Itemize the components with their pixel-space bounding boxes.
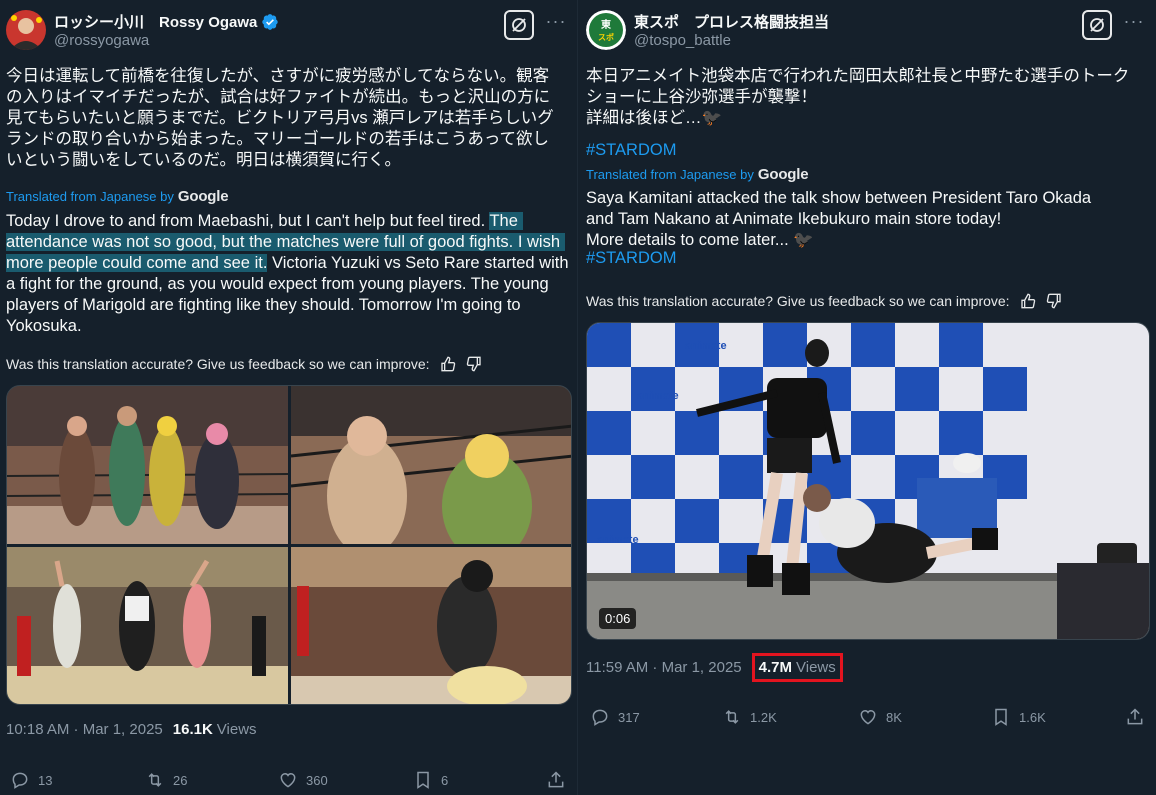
photo-4[interactable] <box>291 547 572 705</box>
heart-icon <box>860 709 876 725</box>
views-count: 4.7M <box>758 659 792 676</box>
video-frame: animate animate animate <box>587 323 1149 639</box>
translation-part1: Today I drove to and from Maebashi, but … <box>6 212 490 230</box>
reply-button[interactable]: 13 <box>10 770 52 790</box>
repost-icon <box>148 773 162 787</box>
reply-button[interactable]: 317 <box>590 707 640 727</box>
translated-label: Translated from Japanese by <box>6 189 174 204</box>
translation-feedback: Was this translation accurate? Give us f… <box>6 356 482 372</box>
like-button[interactable]: 8K <box>858 707 902 727</box>
timestamp-row: 11:59 AM · Mar 1, 2025 4.7M Views <box>586 653 843 682</box>
translation-text: Saya Kamitani attacked the talk show bet… <box>586 189 1092 249</box>
reply-icon <box>12 772 28 789</box>
display-name[interactable]: ロッシー小川 Rossy Ogawa <box>54 11 257 32</box>
tweet-rossyogawa: ロッシー小川 Rossy Ogawa @rossyogawa ··· 今日は運転… <box>0 0 578 795</box>
like-count: 8K <box>886 709 902 725</box>
reply-icon <box>592 709 608 726</box>
photo-grid <box>6 385 572 705</box>
feedback-text: Was this translation accurate? Give us f… <box>586 293 1010 309</box>
tweet-tospo-battle: 東 スポ 東スポ プロレス格闘技担当 @tospo_battle ··· 本日ア… <box>578 0 1156 795</box>
tweet-time[interactable]: 11:59 AM · Mar 1, 2025 <box>586 659 742 676</box>
reply-count: 13 <box>38 772 53 788</box>
bookmark-button[interactable]: 1.6K <box>991 707 1046 727</box>
video-player[interactable]: animate animate animate 0:06 <box>586 322 1150 640</box>
bookmark-icon <box>995 708 1007 726</box>
translation-hashtag-link[interactable]: #STARDOM <box>586 248 676 269</box>
repost-button[interactable]: 1.2K <box>722 707 777 727</box>
screenshot-root: ロッシー小川 Rossy Ogawa @rossyogawa ··· 今日は運転… <box>0 0 1156 795</box>
like-count: 360 <box>306 772 328 788</box>
photo-grid-svg <box>7 386 572 705</box>
display-name-row: 東スポ プロレス格闘技担当 <box>634 11 829 32</box>
svg-text:東: 東 <box>601 18 611 31</box>
grok-icon[interactable] <box>1082 10 1112 40</box>
thumbs-up-icon[interactable] <box>1020 293 1036 309</box>
views-highlight-box: 4.7M Views <box>751 653 843 682</box>
original-text: 本日アニメイト池袋本店で行われた岡田太郎社長と中野たむ選手のトーク ショーに上谷… <box>586 67 1130 127</box>
like-button[interactable]: 360 <box>278 770 328 790</box>
verified-badge-icon <box>262 13 279 30</box>
display-name-row: ロッシー小川 Rossy Ogawa <box>54 11 279 32</box>
reply-count: 317 <box>618 709 640 725</box>
svg-text:スポ: スポ <box>598 32 614 42</box>
photo-3[interactable] <box>7 547 288 705</box>
bookmark-count: 6 <box>441 772 449 788</box>
video-duration: 0:06 <box>599 608 637 629</box>
avatar[interactable]: 東 スポ <box>586 10 626 50</box>
translated-by: Translated from Japanese by Google <box>586 166 809 183</box>
feedback-text: Was this translation accurate? Give us f… <box>6 356 430 372</box>
photo-2[interactable] <box>290 386 572 561</box>
views-label: Views <box>796 659 836 676</box>
bookmark-button[interactable]: 6 <box>413 770 448 790</box>
google-logo: Google <box>757 166 809 183</box>
avatar[interactable] <box>6 10 46 50</box>
user-handle[interactable]: @rossyogawa <box>54 32 149 49</box>
views-count: 16.1K <box>172 721 213 738</box>
share-button[interactable] <box>546 770 566 790</box>
more-options-icon[interactable]: ··· <box>1122 12 1146 36</box>
google-logo: Google <box>177 188 229 205</box>
hashtag-link[interactable]: #STARDOM <box>586 140 676 161</box>
translation-text: Today I drove to and from Maebashi, but … <box>6 211 572 337</box>
share-icon <box>548 771 564 788</box>
repost-count: 26 <box>173 772 188 788</box>
bookmark-icon <box>417 771 429 789</box>
tweet-header: 東 スポ 東スポ プロレス格闘技担当 @tospo_battle ··· <box>586 10 1146 54</box>
photo-1[interactable] <box>7 386 289 544</box>
share-button[interactable] <box>1125 707 1145 727</box>
translated-by: Translated from Japanese by Google <box>6 188 229 205</box>
thumbs-down-icon[interactable] <box>1046 293 1062 309</box>
video-banner-text: animate <box>685 340 727 352</box>
tweet-header: ロッシー小川 Rossy Ogawa @rossyogawa ··· <box>6 10 568 54</box>
video-banner-text-2: animate <box>637 390 679 402</box>
thumbs-down-icon[interactable] <box>466 356 482 372</box>
original-text: 今日は運転して前橋を往復したが、さすがに疲労感がしてならない。観客 の入りはイマ… <box>6 67 554 169</box>
views-label: Views <box>216 721 257 738</box>
display-name[interactable]: 東スポ プロレス格闘技担当 <box>634 11 829 32</box>
translation-feedback: Was this translation accurate? Give us f… <box>586 293 1062 309</box>
thumbs-up-icon[interactable] <box>440 356 456 372</box>
grok-icon[interactable] <box>504 10 534 40</box>
tweet-time[interactable]: 10:18 AM · Mar 1, 2025 <box>6 721 163 738</box>
more-options-icon[interactable]: ··· <box>544 12 568 36</box>
share-icon <box>1127 708 1143 725</box>
heart-icon <box>280 772 296 788</box>
timestamp-row: 10:18 AM · Mar 1, 2025 16.1K Views <box>6 721 257 738</box>
bookmark-count: 1.6K <box>1019 709 1046 725</box>
repost-count: 1.2K <box>750 709 777 725</box>
video-banner-text-3: animate <box>597 534 639 546</box>
translated-label: Translated from Japanese by <box>586 167 754 182</box>
repost-icon <box>725 710 739 724</box>
repost-button[interactable]: 26 <box>145 770 187 790</box>
user-handle[interactable]: @tospo_battle <box>634 32 731 49</box>
